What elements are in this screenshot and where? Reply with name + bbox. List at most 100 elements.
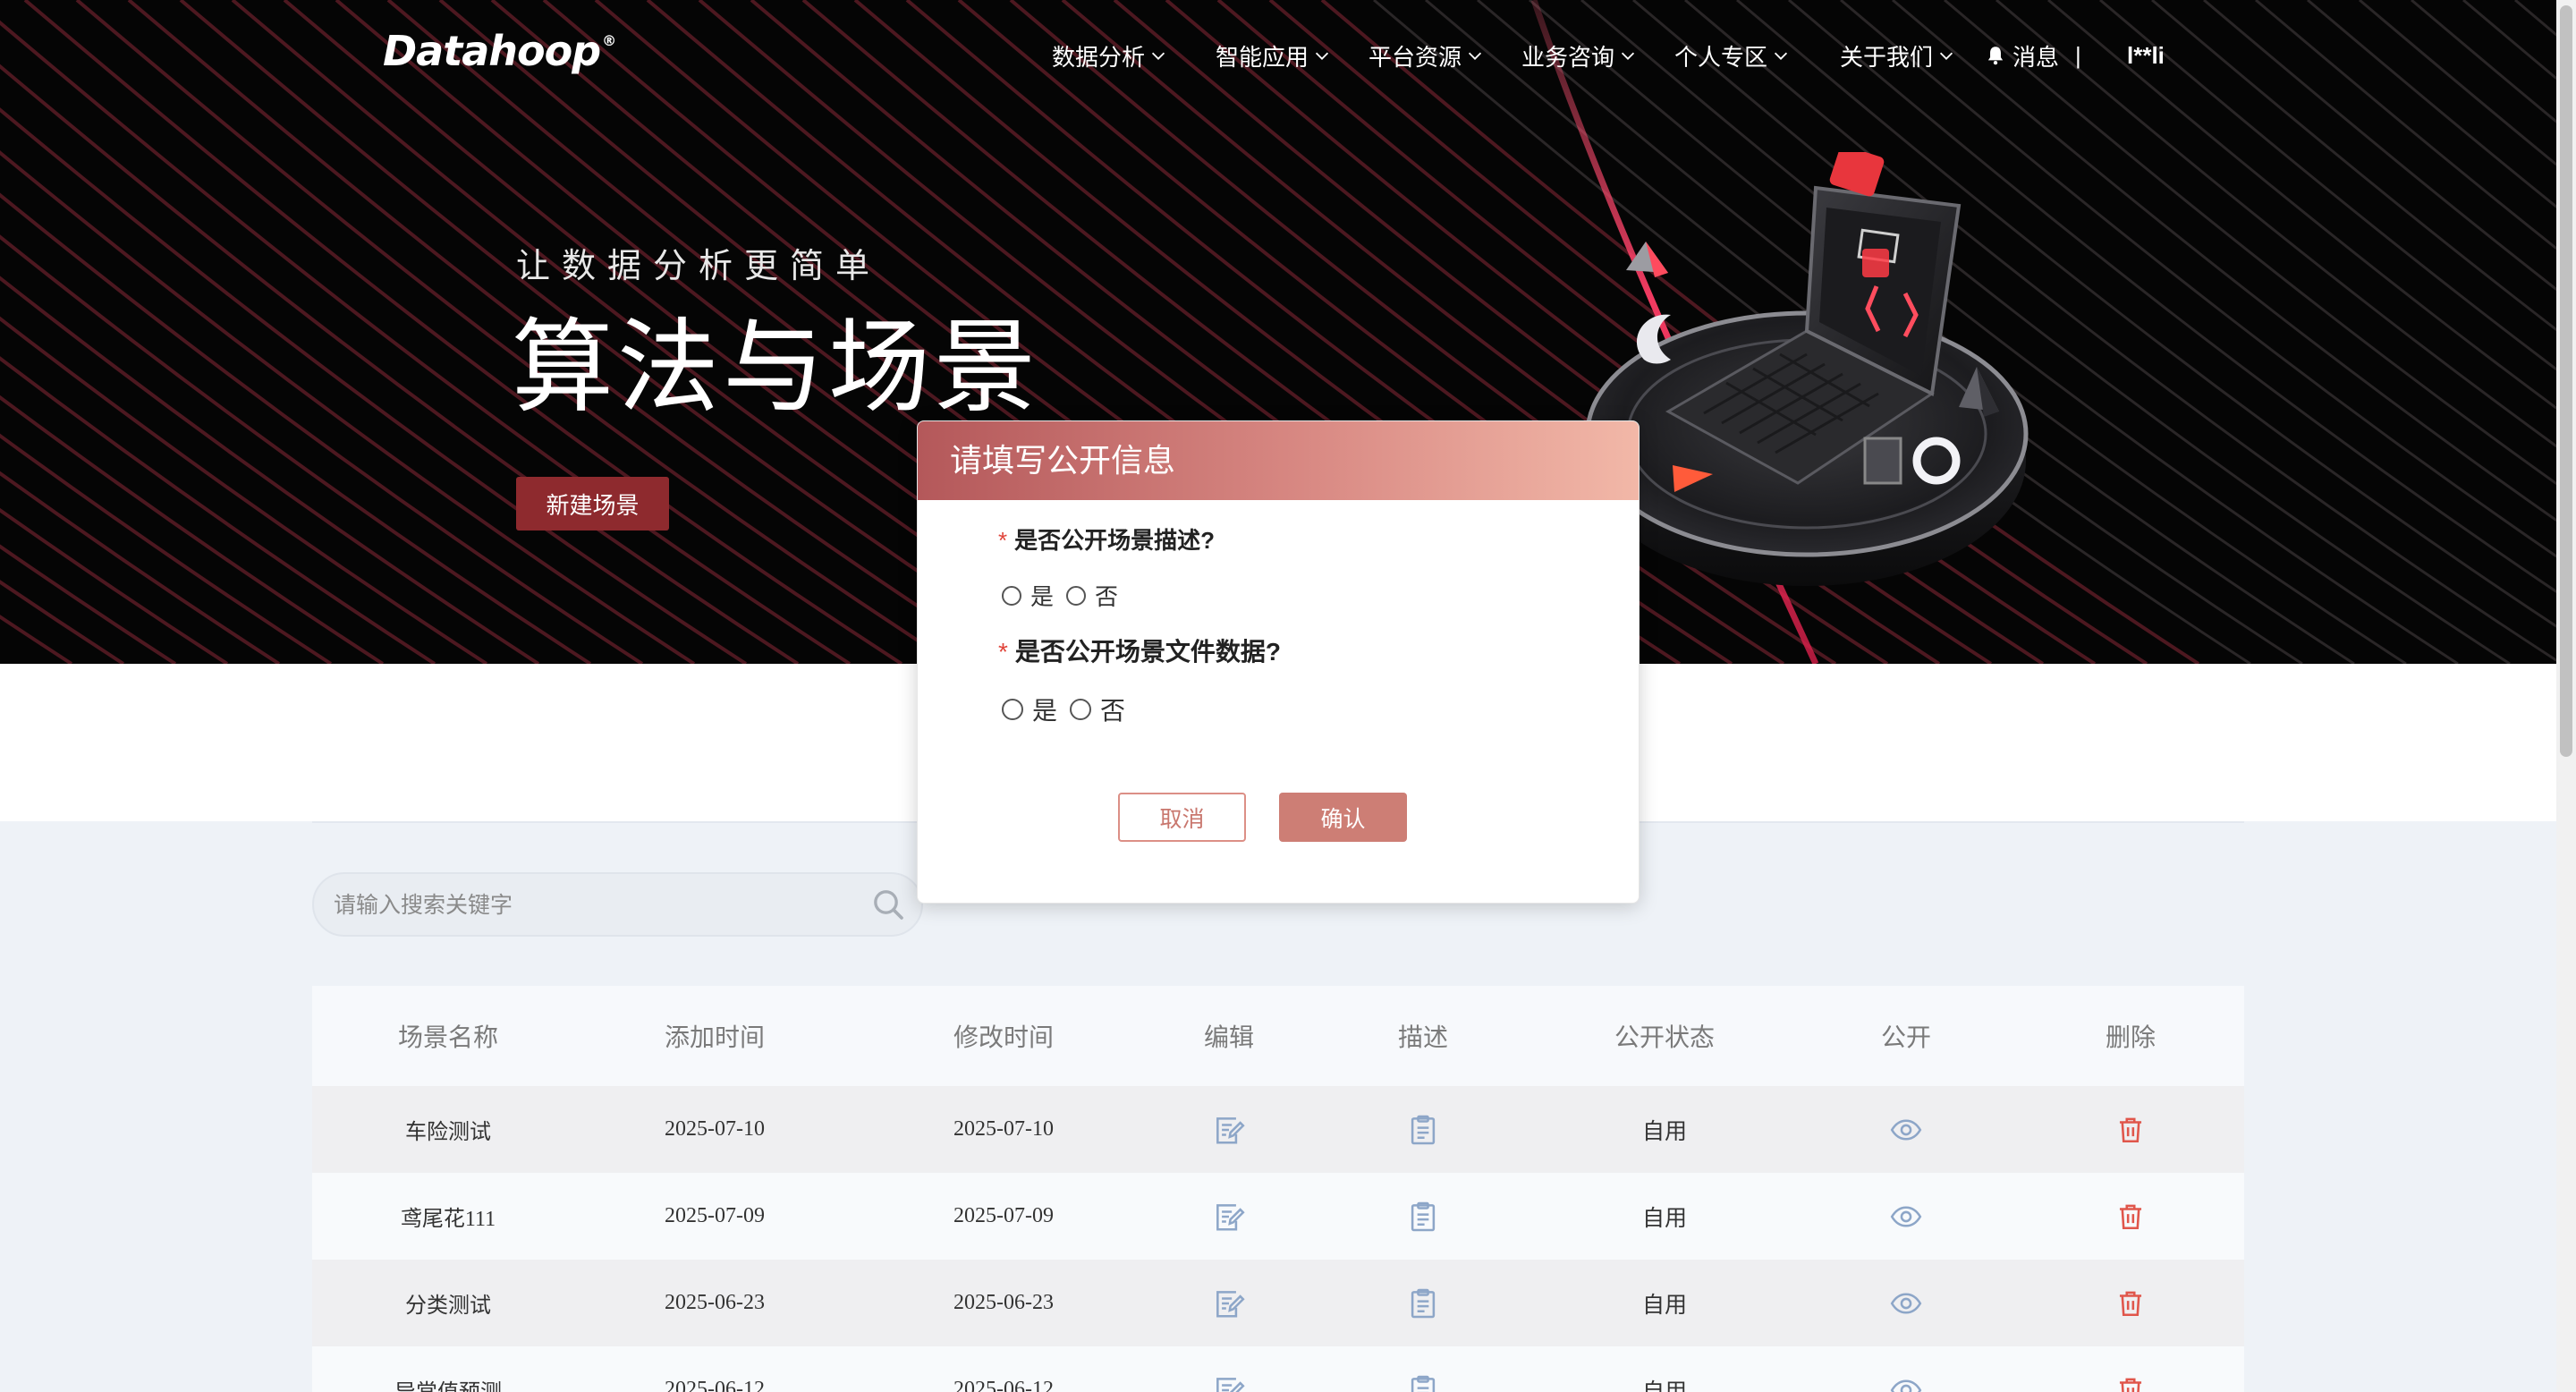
radio-label-yes[interactable]: 是: [1030, 579, 1054, 612]
nav-platform-resources[interactable]: 平台资源: [1368, 39, 1485, 72]
public-info-dialog: 请填写公开信息 * 是否公开场景描述? 是 否 * 是否公开场景文件数据? 是 否 …: [917, 420, 1640, 904]
nav-label: 智能应用: [1216, 43, 1309, 71]
modified-time: 2025-06-23: [953, 1291, 1054, 1314]
new-scene-button[interactable]: 新建场景: [516, 477, 669, 530]
hero-line: [0, 395, 385, 664]
edit-icon[interactable]: [1212, 1200, 1246, 1234]
chevron-down-icon: [1148, 46, 1168, 65]
chevron-down-icon: [1312, 46, 1332, 65]
clipboard-icon[interactable]: [1406, 1113, 1440, 1147]
scene-name: 分类测试: [405, 1294, 491, 1318]
question-label: 是否公开场景文件数据?: [1014, 638, 1282, 666]
bell-icon: [1984, 44, 2007, 67]
radio-yes[interactable]: [1002, 699, 1023, 720]
user-account-link[interactable]: l**li: [2127, 39, 2165, 72]
table-row: 分类测试 2025-06-23 2025-06-23 自用: [312, 1260, 2244, 1346]
hero-title: 算法与场景: [512, 308, 1040, 427]
added-time: 2025-06-12: [665, 1378, 765, 1392]
header-added-time: 添加时间: [664, 1023, 766, 1051]
messages-label: 消息: [2012, 43, 2060, 71]
eye-icon[interactable]: [1889, 1373, 1923, 1392]
scrollbar-thumb[interactable]: [2560, 5, 2572, 757]
modified-time: 2025-07-09: [953, 1204, 1054, 1227]
public-status: 自用: [1641, 1205, 1688, 1231]
added-time: 2025-06-23: [665, 1291, 765, 1314]
search-input[interactable]: [332, 874, 854, 937]
confirm-button[interactable]: 确认: [1279, 793, 1407, 842]
nav-separator: |: [2075, 42, 2081, 69]
edit-icon[interactable]: [1212, 1286, 1246, 1320]
scene-table: 场景名称 添加时间 修改时间 编辑 描述 公开状态 公开 删除 车险测试 202…: [312, 986, 2244, 1392]
radio-label-no[interactable]: 否: [1095, 579, 1118, 612]
clipboard-icon[interactable]: [1406, 1200, 1440, 1234]
edit-icon[interactable]: [1212, 1373, 1246, 1392]
hero-tagline: 让数据分析更简单: [516, 246, 882, 285]
hero-line: [0, 615, 73, 664]
hero-line: [0, 316, 488, 664]
search-icon[interactable]: [870, 887, 906, 922]
modified-time: 2025-07-10: [953, 1117, 1054, 1141]
radio-group-file-data: 是 否: [1002, 692, 1138, 727]
nav-personal-zone[interactable]: 个人专区: [1674, 39, 1791, 72]
nav-label: 个人专区: [1674, 43, 1768, 71]
question-label: 是否公开场景描述?: [1014, 527, 1216, 554]
dialog-header: 请填写公开信息: [918, 421, 1639, 500]
hero-line: [2359, 0, 2556, 166]
radio-no[interactable]: [1070, 699, 1092, 720]
trash-icon[interactable]: [2115, 1375, 2146, 1392]
datahoop-logo[interactable]: Datahoop ®: [383, 27, 616, 75]
scene-name: 异常值预测: [394, 1346, 502, 1392]
nav-data-analysis[interactable]: 数据分析: [1052, 39, 1168, 72]
scene-name: 车险测试: [405, 1121, 491, 1144]
radio-label-no[interactable]: 否: [1100, 692, 1125, 727]
clipboard-icon[interactable]: [1406, 1373, 1440, 1392]
nav-label: 数据分析: [1052, 43, 1146, 71]
added-time: 2025-07-09: [665, 1204, 765, 1227]
trash-icon[interactable]: [2115, 1288, 2146, 1319]
dialog-title: 请填写公开信息: [950, 442, 1176, 479]
header-edit: 编辑: [1203, 1023, 1255, 1051]
radio-label-yes[interactable]: 是: [1032, 692, 1057, 727]
modified-time: 2025-06-12: [953, 1378, 1054, 1392]
hero-line: [0, 544, 177, 664]
registered-mark: ®: [602, 32, 616, 49]
clipboard-icon[interactable]: [1406, 1286, 1440, 1320]
question-file-data-public: * 是否公开场景文件数据?: [998, 632, 1281, 668]
radio-yes[interactable]: [1002, 585, 1021, 606]
nav-label: 业务咨询: [1521, 43, 1615, 71]
public-status: 自用: [1641, 1292, 1688, 1318]
chevron-down-icon: [1618, 46, 1638, 65]
header-delete: 删除: [2105, 1023, 2157, 1051]
trash-icon[interactable]: [2115, 1201, 2146, 1232]
nav-about-us[interactable]: 关于我们: [1840, 39, 1956, 72]
radio-no[interactable]: [1066, 585, 1087, 606]
eye-icon[interactable]: [1889, 1200, 1923, 1234]
hero-line: [2411, 0, 2556, 123]
edit-icon[interactable]: [1212, 1113, 1246, 1147]
eye-icon[interactable]: [1889, 1286, 1923, 1320]
cancel-button[interactable]: 取消: [1118, 793, 1246, 842]
header-scene-name: 场景名称: [397, 1023, 499, 1051]
nav-messages[interactable]: 消息: [1984, 39, 2059, 72]
table-row: 车险测试 2025-07-10 2025-07-10 自用: [312, 1086, 2244, 1173]
header-modified-time: 修改时间: [953, 1023, 1055, 1051]
page: Datahoop ® 数据分析 智能应用 平台资源 业务咨询 个人专区 关于我们 …: [0, 0, 2576, 1392]
hero-line: [2151, 0, 2556, 332]
nav-business-consulting[interactable]: 业务咨询: [1521, 39, 1638, 72]
table-row: 异常值预测 2025-06-12 2025-06-12 自用: [312, 1346, 2244, 1392]
header-publish: 公开: [1880, 1023, 1932, 1051]
table-header: 场景名称 添加时间 修改时间 编辑 描述 公开状态 公开 删除: [312, 986, 2244, 1086]
hero-line: [2514, 0, 2556, 37]
chevron-down-icon: [1771, 46, 1791, 65]
nav-smart-apps[interactable]: 智能应用: [1216, 39, 1332, 72]
hero-line: [2307, 0, 2556, 209]
eye-icon[interactable]: [1889, 1113, 1923, 1147]
public-status: 自用: [1641, 1379, 1688, 1392]
trash-icon[interactable]: [2115, 1115, 2146, 1145]
hero-line: [0, 433, 333, 664]
nav-label: 关于我们: [1840, 43, 1934, 71]
scene-name: 鸢尾花111: [400, 1208, 496, 1231]
hero-line: [0, 356, 436, 664]
required-mark: *: [998, 527, 1008, 554]
public-status: 自用: [1641, 1118, 1688, 1144]
